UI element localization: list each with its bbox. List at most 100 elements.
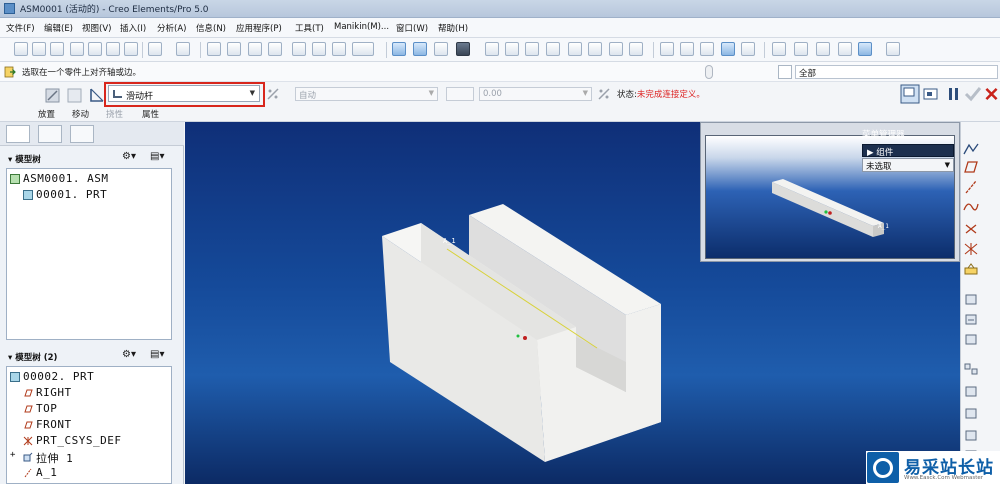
- app-icon: [4, 3, 15, 14]
- menu-edit[interactable]: 编辑(E): [44, 22, 73, 34]
- confirm-check-icon[interactable]: [963, 84, 983, 104]
- annotation-display-icon[interactable]: [858, 42, 872, 56]
- panel-splitter[interactable]: [174, 146, 182, 484]
- print-preview-icon[interactable]: [88, 42, 102, 56]
- view-manager-icon[interactable]: [629, 42, 643, 56]
- tab-properties[interactable]: 属性: [142, 108, 159, 120]
- csys-display-icon[interactable]: [838, 42, 852, 56]
- menu-file[interactable]: 文件(F): [6, 22, 35, 34]
- tree-settings-icon[interactable]: ⚙▾: [122, 151, 144, 165]
- datum-plane-icon: [24, 389, 33, 397]
- reorient-icon[interactable]: [568, 42, 582, 56]
- menu-manager-select[interactable]: 未选取 ▼: [862, 158, 954, 172]
- paste-special-icon[interactable]: [268, 42, 282, 56]
- tab-placement[interactable]: 放置: [38, 108, 55, 120]
- separate-window-icon[interactable]: [900, 84, 920, 104]
- redo-icon[interactable]: [176, 42, 190, 56]
- orient-mode-icon[interactable]: [434, 42, 448, 56]
- menu-help[interactable]: 帮助(H): [438, 22, 468, 34]
- wireframe-icon[interactable]: [660, 42, 674, 56]
- menu-info[interactable]: 信息(N): [196, 22, 226, 34]
- saved-views-icon[interactable]: [588, 42, 602, 56]
- assembly-window-icon[interactable]: [921, 84, 941, 104]
- selection-box-icon[interactable]: [352, 42, 374, 56]
- paste-icon[interactable]: [248, 42, 262, 56]
- offset-value-input[interactable]: 0.00 ▼: [479, 87, 592, 101]
- folder-browser-tab-icon[interactable]: [38, 125, 62, 143]
- print-icon[interactable]: [70, 42, 84, 56]
- flip-icon[interactable]: [266, 87, 280, 101]
- save-icon[interactable]: [50, 42, 64, 56]
- context-help-icon[interactable]: [886, 42, 900, 56]
- menu-window[interactable]: 窗口(W): [396, 22, 428, 34]
- model-tree-tab-icon[interactable]: [6, 125, 30, 143]
- datum-point-display-icon[interactable]: [816, 42, 830, 56]
- datum-axis-display-icon[interactable]: [794, 42, 808, 56]
- menu-insert[interactable]: 插入(I): [120, 22, 146, 34]
- no-hidden-icon[interactable]: [700, 42, 714, 56]
- model-tree-title-text: 模型树: [15, 155, 41, 165]
- hidden-line-icon[interactable]: [680, 42, 694, 56]
- offset-type-select[interactable]: [446, 87, 474, 101]
- toolbar-separator: [200, 42, 201, 58]
- datum-point-tool-icon[interactable]: [963, 222, 979, 236]
- tab-move[interactable]: 移动: [72, 108, 89, 120]
- regenerate-icon[interactable]: [292, 42, 306, 56]
- pause-icon[interactable]: [944, 84, 964, 104]
- spin-center-icon[interactable]: [413, 42, 427, 56]
- menu-applications[interactable]: 应用程序(P): [236, 22, 282, 34]
- send-link-icon[interactable]: [124, 42, 138, 56]
- copy-icon[interactable]: [227, 42, 241, 56]
- cut-icon[interactable]: [207, 42, 221, 56]
- selection-filter-select[interactable]: 全部: [795, 65, 998, 79]
- refit-icon[interactable]: [546, 42, 560, 56]
- pan-icon[interactable]: [485, 42, 499, 56]
- new-file-icon[interactable]: [14, 42, 28, 56]
- tree-item-label: RIGHT: [36, 386, 72, 399]
- datum-plane-tool-icon[interactable]: [963, 160, 979, 174]
- tree-settings-icon[interactable]: ⚙▾: [122, 349, 144, 363]
- enhanced-realism-icon[interactable]: [741, 42, 755, 56]
- tree-columns-icon[interactable]: ▤▾: [150, 151, 172, 165]
- menu-analysis[interactable]: 分析(A): [157, 22, 186, 34]
- constraint-type-select[interactable]: 自动 ▼: [295, 87, 438, 101]
- flip-offset-icon[interactable]: [597, 87, 611, 101]
- pattern-icon[interactable]: [963, 362, 979, 376]
- zoom-in-icon[interactable]: [505, 42, 519, 56]
- sketch-icon[interactable]: [963, 142, 979, 156]
- mirror-component-icon[interactable]: [963, 384, 979, 398]
- filter-toggle-icon[interactable]: [778, 65, 792, 79]
- send-mail-icon[interactable]: [106, 42, 120, 56]
- repaint-icon[interactable]: [392, 42, 406, 56]
- menu-manager-item-component[interactable]: ▶ 组件: [862, 144, 954, 158]
- favorites-tab-icon[interactable]: [70, 125, 94, 143]
- datum-curve-tool-icon[interactable]: [963, 200, 979, 214]
- appearance-icon[interactable]: [456, 42, 470, 56]
- user-defined-set-icon[interactable]: [44, 86, 62, 104]
- menu-manikin[interactable]: Manikin(M)...: [334, 22, 389, 32]
- assemble-component-icon[interactable]: [963, 292, 979, 306]
- cancel-close-icon[interactable]: [983, 84, 1000, 104]
- repeat-component-icon[interactable]: [963, 332, 979, 346]
- explode-view-icon[interactable]: [963, 428, 979, 442]
- csys-tool-icon[interactable]: [963, 242, 979, 256]
- menu-tools[interactable]: 工具(T): [295, 22, 324, 34]
- annotation-highlight-box: [104, 82, 265, 107]
- tab-flexibility[interactable]: 挠性: [106, 108, 123, 120]
- tree-columns-icon[interactable]: ▤▾: [150, 349, 172, 363]
- layers-icon[interactable]: [609, 42, 623, 56]
- create-component-icon[interactable]: [963, 312, 979, 326]
- find-tree-icon[interactable]: [332, 42, 346, 56]
- undo-icon[interactable]: [148, 42, 162, 56]
- datum-plane-display-icon[interactable]: [772, 42, 786, 56]
- convert-constraints-icon[interactable]: [66, 86, 84, 104]
- analysis-tool-icon[interactable]: [963, 262, 979, 276]
- find-icon[interactable]: [312, 42, 326, 56]
- shading-icon[interactable]: [721, 42, 735, 56]
- zoom-out-icon[interactable]: [525, 42, 539, 56]
- datum-axis-tool-icon[interactable]: [963, 180, 979, 194]
- expand-plus-icon[interactable]: +: [10, 450, 16, 460]
- group-icon[interactable]: [963, 406, 979, 420]
- open-file-icon[interactable]: [32, 42, 46, 56]
- menu-view[interactable]: 视图(V): [82, 22, 111, 34]
